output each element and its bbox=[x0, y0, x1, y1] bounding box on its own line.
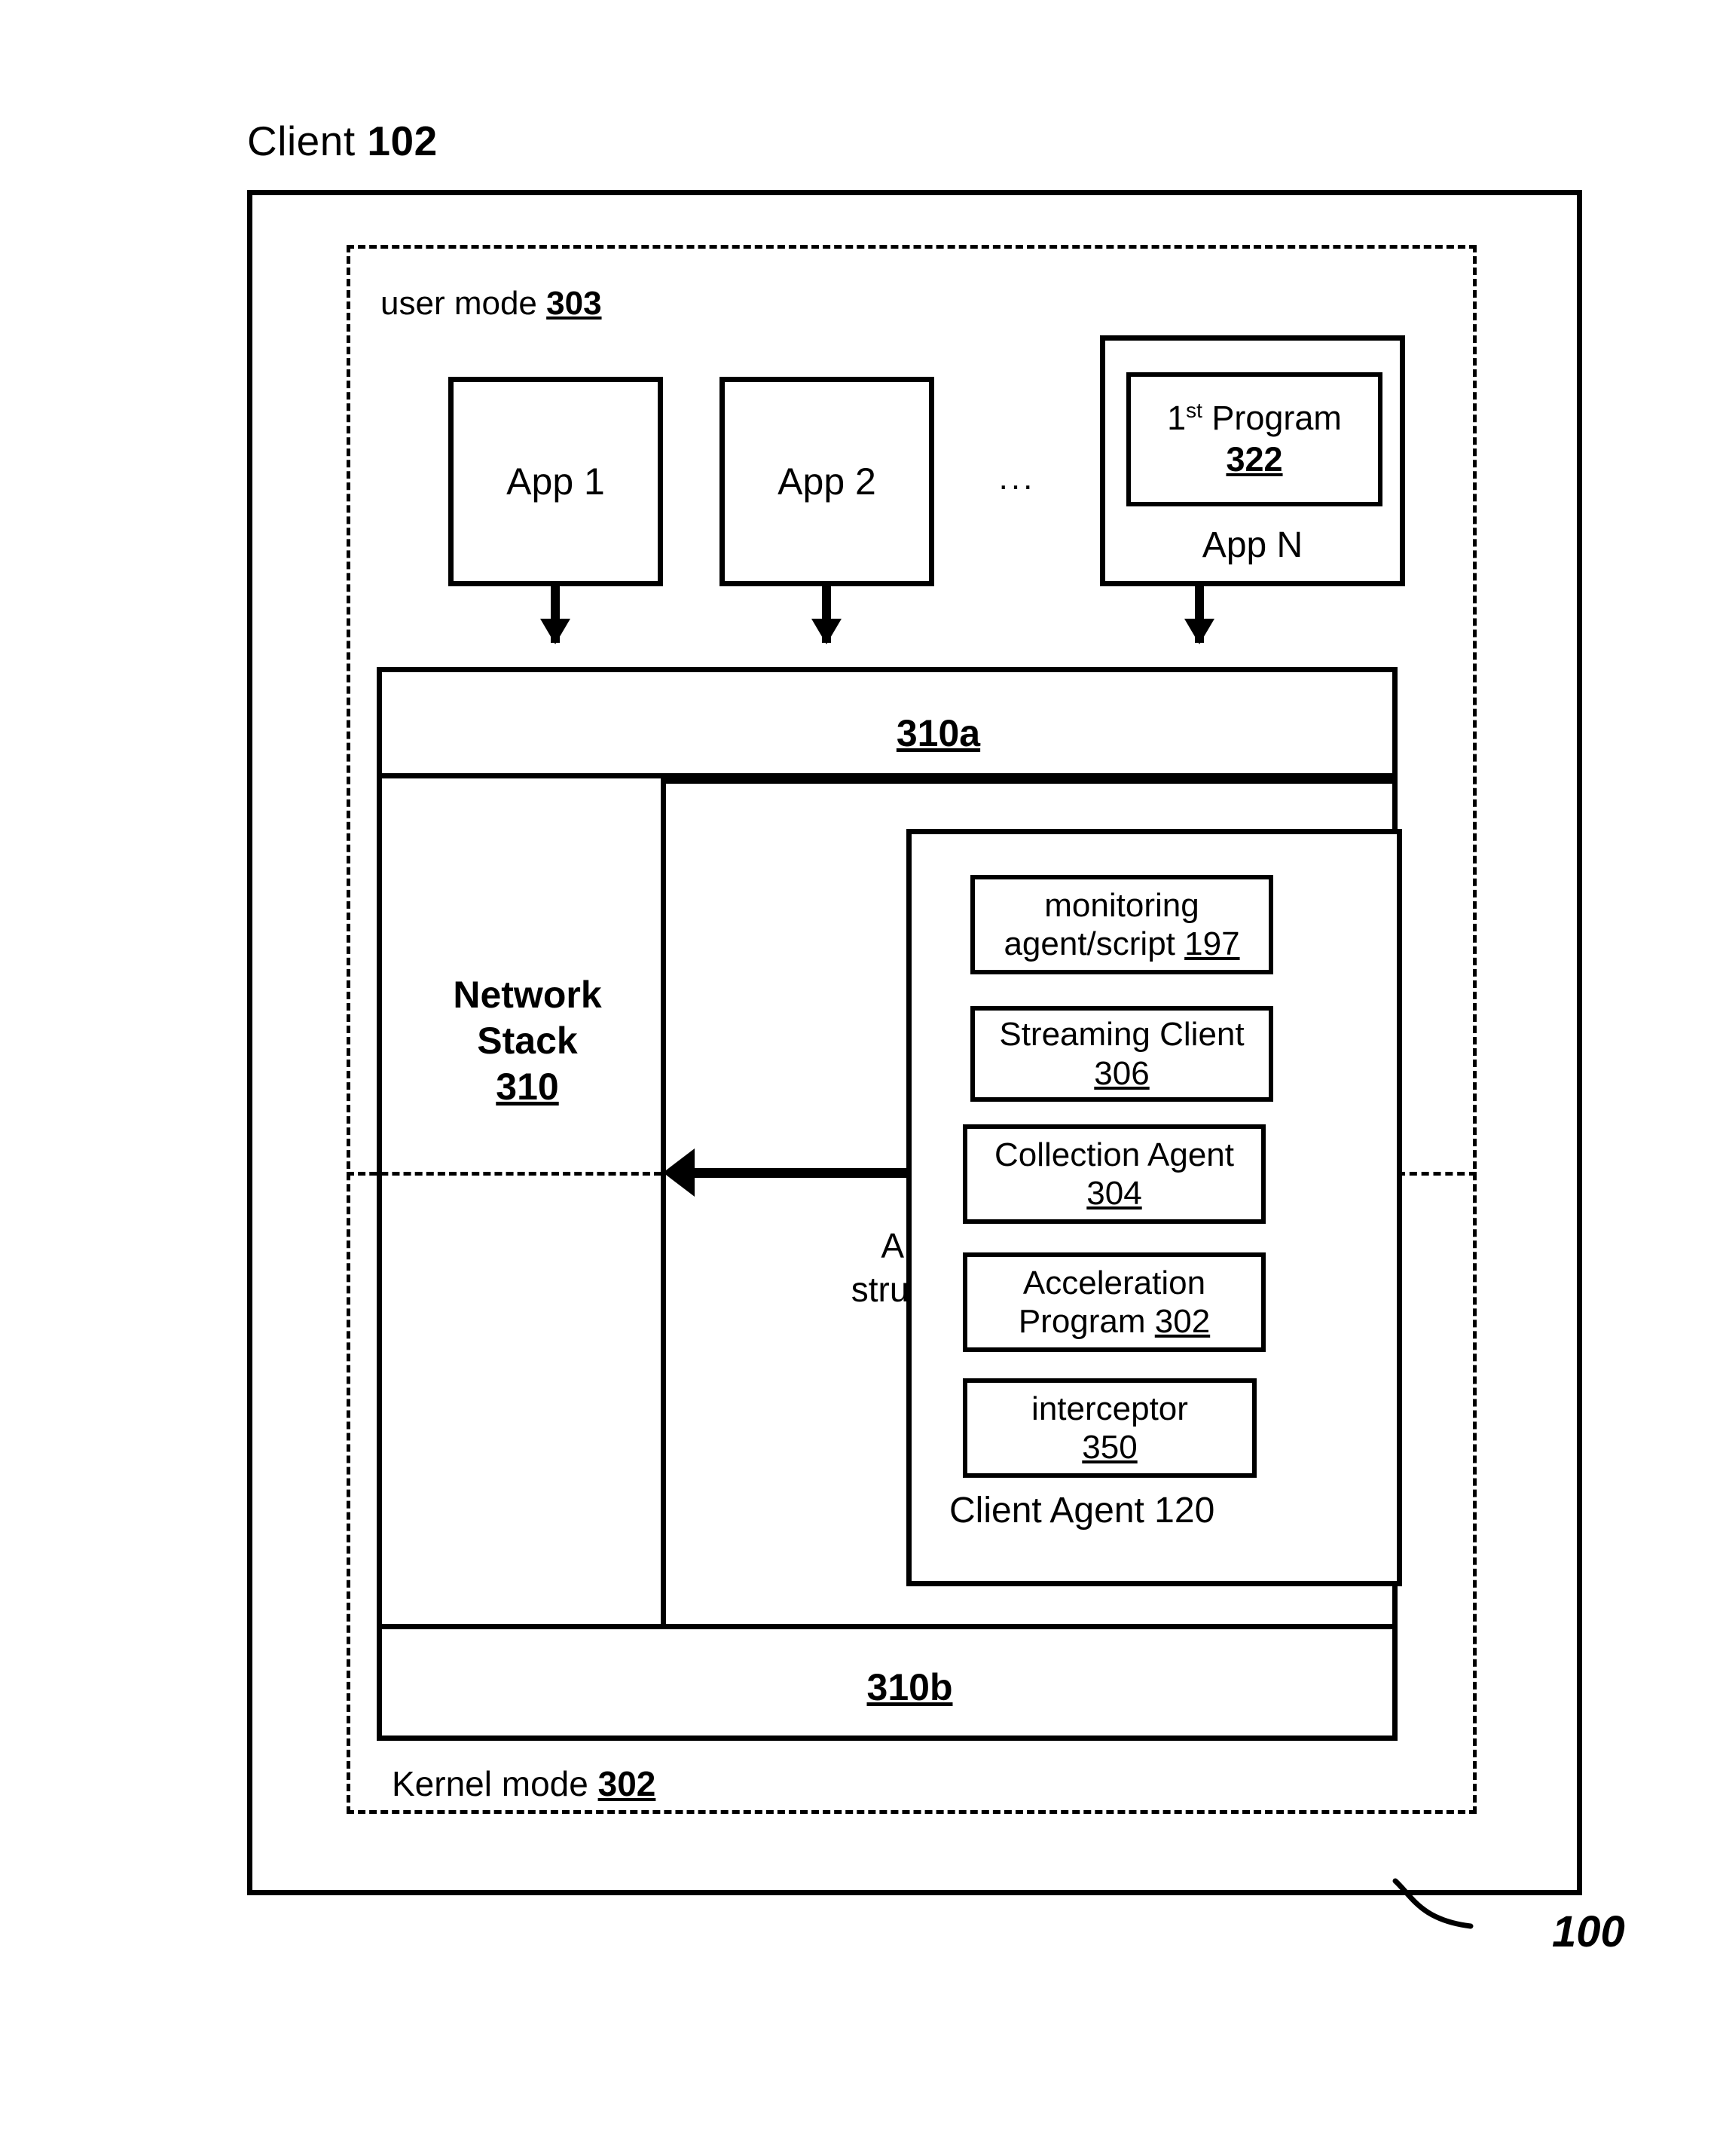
network-stack-number: 310 bbox=[496, 1066, 559, 1108]
arrow-head-icon bbox=[540, 619, 570, 644]
app-2-label: App 2 bbox=[778, 460, 876, 503]
acceleration-program-line-1: Acceleration bbox=[1022, 1264, 1206, 1301]
user-mode-label-text: user mode bbox=[380, 285, 537, 322]
network-stack-label: Network Stack 310 bbox=[396, 972, 659, 1110]
app-1-box: App 1 bbox=[448, 377, 663, 586]
arrow-app2-to-stack bbox=[811, 586, 842, 644]
streaming-client-line-1: Streaming Client bbox=[999, 1016, 1245, 1054]
streaming-client-box: Streaming Client 306 bbox=[970, 1006, 1273, 1102]
app-n-box: 1st Program 322 App N bbox=[1100, 335, 1405, 586]
kernel-mode-label: Kernel mode 302 bbox=[392, 1763, 655, 1804]
kernel-mode-label-text: Kernel mode bbox=[392, 1764, 588, 1803]
app-1-label: App 1 bbox=[506, 460, 605, 503]
arrow-head-left-icon bbox=[663, 1148, 695, 1197]
apps-ellipsis: ... bbox=[998, 460, 1036, 497]
acceleration-program-line-2: Program 302 bbox=[1018, 1303, 1211, 1340]
interceptor-line-1: interceptor bbox=[1031, 1390, 1188, 1427]
first-program-number: 322 bbox=[1226, 440, 1283, 479]
network-stack-line-1: Network bbox=[453, 974, 602, 1016]
network-stack-line-2: Stack bbox=[477, 1020, 578, 1062]
interceptor-box: interceptor 350 bbox=[963, 1378, 1257, 1478]
figure-reference-numeral: 100 bbox=[1552, 1907, 1625, 1956]
client-title-text: Client bbox=[247, 118, 356, 164]
arrow-head-icon bbox=[811, 619, 842, 644]
page-title: Client 102 bbox=[247, 117, 438, 165]
patent-figure: Client 102 user mode 303 App 1 App 2 ...… bbox=[0, 0, 1720, 2156]
callout-leader-line bbox=[1392, 1878, 1474, 1929]
client-agent-box: monitoring agent/script 197 Streaming Cl… bbox=[906, 829, 1402, 1586]
collection-agent-number: 304 bbox=[1086, 1175, 1142, 1212]
app-n-label: App N bbox=[1202, 525, 1303, 565]
client-agent-label: Client Agent 120 bbox=[949, 1491, 1215, 1531]
first-program-label: 1st Program bbox=[1167, 399, 1342, 438]
kernel-mode-number: 302 bbox=[597, 1764, 656, 1803]
streaming-client-number: 306 bbox=[1094, 1054, 1150, 1092]
monitoring-agent-line-2: agent/script 197 bbox=[1004, 925, 1240, 962]
monitoring-agent-script-box: monitoring agent/script 197 bbox=[970, 875, 1273, 974]
user-kernel-divider-left bbox=[347, 1172, 661, 1176]
client-title-number: 102 bbox=[367, 118, 438, 164]
network-stack-lower-label: 310b bbox=[866, 1666, 953, 1708]
arrow-appn-to-stack bbox=[1184, 586, 1214, 644]
user-mode-label: user mode 303 bbox=[380, 285, 602, 323]
user-kernel-divider-right bbox=[1398, 1172, 1477, 1176]
first-program-box: 1st Program 322 bbox=[1126, 372, 1382, 506]
collection-agent-box: Collection Agent 304 bbox=[963, 1124, 1266, 1224]
network-stack-upper-label: 310a bbox=[896, 712, 981, 754]
monitoring-agent-line-1: monitoring bbox=[1044, 886, 1199, 924]
interceptor-number: 350 bbox=[1082, 1429, 1138, 1466]
network-stack-lower-box: 310b bbox=[377, 1624, 1398, 1741]
network-stack-left-wall bbox=[377, 778, 382, 1629]
network-stack-inner-top-wall bbox=[661, 778, 1398, 784]
collection-agent-line-1: Collection Agent bbox=[994, 1136, 1234, 1173]
network-stack-upper-box: 310a bbox=[377, 667, 1398, 778]
network-stack-inner-left-wall bbox=[661, 778, 666, 1629]
arrow-head-icon bbox=[1184, 619, 1214, 644]
acceleration-program-box: Acceleration Program 302 bbox=[963, 1252, 1266, 1352]
arrow-app1-to-stack bbox=[540, 586, 570, 644]
user-mode-number: 303 bbox=[546, 285, 602, 322]
app-2-box: App 2 bbox=[719, 377, 934, 586]
